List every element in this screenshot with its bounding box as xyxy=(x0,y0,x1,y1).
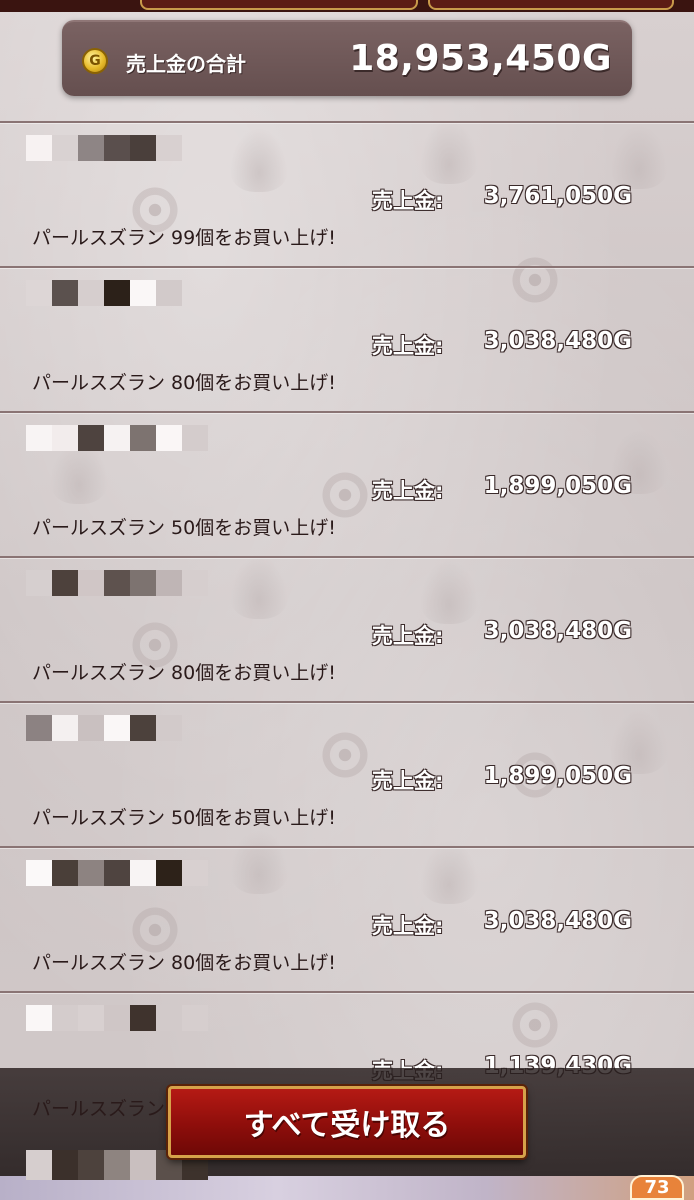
sales-total-label: 売上金の合計 xyxy=(126,52,246,76)
sale-row: 売上金: 3,761,050G パールスズラン 99個をお買い上げ! xyxy=(0,121,694,266)
sale-price-value: 3,761,050G xyxy=(483,183,632,209)
buyer-name-pixelated xyxy=(26,425,208,451)
sale-row: 売上金: 3,038,480G パールスズラン 80個をお買い上げ! xyxy=(0,556,694,701)
buyer-name-pixelated xyxy=(26,1005,208,1031)
sale-price-value: 3,038,480G xyxy=(483,618,632,644)
sale-row: 売上金: 3,038,480G パールスズラン 80個をお買い上げ! xyxy=(0,846,694,991)
sale-price-label: 売上金: xyxy=(372,479,444,503)
sale-message: パールスズラン 50個をお買い上げ! xyxy=(32,807,336,829)
sales-list[interactable]: 売上金: 3,761,050G パールスズラン 99個をお買い上げ! 売上金: … xyxy=(0,121,694,1136)
sale-price-label: 売上金: xyxy=(372,914,444,938)
sale-price-label: 売上金: xyxy=(372,624,444,648)
sale-price-value: 3,038,480G xyxy=(483,908,632,934)
sale-price-label: 売上金: xyxy=(372,334,444,358)
sales-total-panel: G 売上金の合計 18,953,450G xyxy=(62,20,632,96)
sale-message: パールスズラン 50個をお買い上げ! xyxy=(32,517,336,539)
gold-coin-icon: G xyxy=(82,48,108,74)
currency-pill[interactable] xyxy=(140,0,418,10)
sale-message: パールスズラン xyxy=(32,1098,166,1120)
sale-row: 売上金: 1,899,050G パールスズラン 50個をお買い上げ! xyxy=(0,701,694,846)
sale-price-label: 売上金: xyxy=(372,189,444,213)
buyer-name-pixelated xyxy=(26,570,208,596)
buyer-name-pixelated xyxy=(26,280,182,306)
sale-message: パールスズラン 80個をお買い上げ! xyxy=(32,372,336,394)
sale-message: パールスズラン 99個をお買い上げ! xyxy=(32,227,336,249)
sale-row: 売上金: 3,038,480G パールスズラン 80個をお買い上げ! xyxy=(0,266,694,411)
sale-price-value: 1,899,050G xyxy=(483,473,632,499)
sale-message: パールスズラン 80個をお買い上げ! xyxy=(32,662,336,684)
sale-row: 売上金: 1,899,050G パールスズラン 50個をお買い上げ! xyxy=(0,411,694,556)
sales-total-value: 18,953,450G xyxy=(349,38,612,79)
sale-price-value: 1,899,050G xyxy=(483,763,632,789)
sale-price-value: 3,038,480G xyxy=(483,328,632,354)
currency-pill[interactable] xyxy=(428,0,674,10)
sale-price-label: 売上金: xyxy=(372,769,444,793)
buyer-name-pixelated xyxy=(26,135,182,161)
receive-all-button[interactable]: すべて受け取る xyxy=(168,1086,526,1158)
buyer-name-pixelated xyxy=(26,715,182,741)
sale-message: パールスズラン 80個をお買い上げ! xyxy=(32,952,336,974)
buyer-name-pixelated xyxy=(26,860,208,886)
notification-count-badge[interactable]: 73 xyxy=(630,1175,684,1200)
